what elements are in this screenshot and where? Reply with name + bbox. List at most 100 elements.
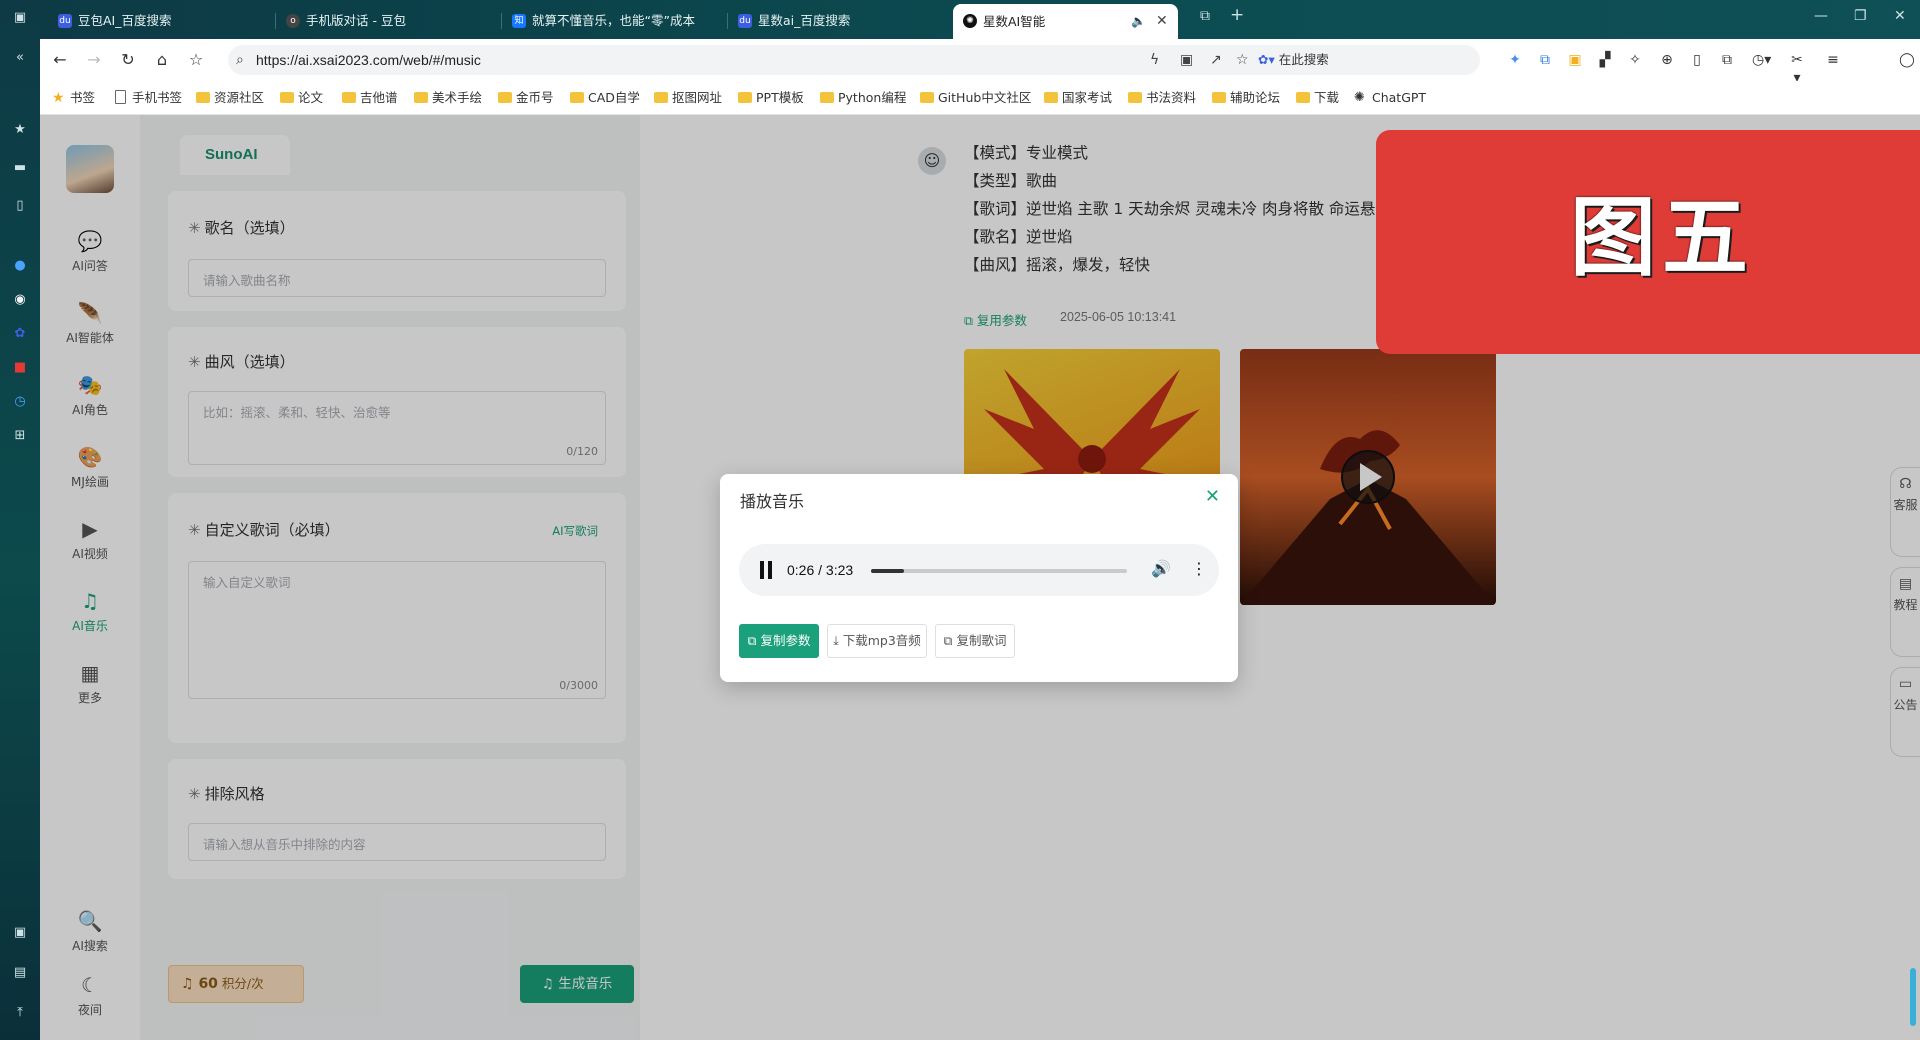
tab-2[interactable]: o 手机版对话 - 豆包 bbox=[276, 7, 502, 35]
ai-icon[interactable]: ✦ bbox=[1506, 51, 1524, 69]
bookmark-item[interactable]: PPT模板 bbox=[738, 90, 804, 106]
app-icon-2[interactable]: ◉ bbox=[12, 292, 28, 308]
window-icon[interactable]: ▣ bbox=[12, 10, 28, 26]
phone-doc-icon bbox=[115, 90, 126, 104]
menu-icon[interactable]: ≡ bbox=[1824, 51, 1842, 69]
tab-grid-icon[interactable]: ⧉ bbox=[1200, 8, 1210, 24]
history-icon[interactable]: ◷▾ bbox=[1752, 51, 1771, 69]
baidu-icon: du bbox=[738, 14, 752, 28]
speaker-icon[interactable]: 🔈 bbox=[1131, 4, 1146, 39]
bookmark-item[interactable]: CAD自学 bbox=[570, 90, 640, 106]
folder-icon bbox=[920, 92, 934, 103]
copy-params-button[interactable]: ⧉ 复制参数 bbox=[739, 624, 819, 658]
copy-icon: ⧉ bbox=[943, 633, 953, 648]
tab-bar: du 豆包AI_百度搜索 o 手机版对话 - 豆包 知 就算不懂音乐，也能“零”… bbox=[40, 0, 1920, 39]
clock-icon[interactable]: ◷ bbox=[12, 394, 28, 410]
bookmark-item[interactable]: Python编程 bbox=[820, 90, 906, 106]
more-options-icon[interactable]: ⋮ bbox=[1191, 559, 1207, 579]
xingshu-icon: ✺ bbox=[963, 14, 977, 28]
folder-icon[interactable]: ▬ bbox=[12, 160, 28, 176]
folder-icon bbox=[1296, 92, 1310, 103]
folder-icon bbox=[1128, 92, 1142, 103]
favorites-icon[interactable]: ★ bbox=[12, 122, 28, 138]
mobile-icon[interactable]: ▯ bbox=[1688, 51, 1706, 69]
share-icon[interactable]: ↗ bbox=[1210, 52, 1222, 68]
reader-icon[interactable]: ▣ bbox=[1180, 52, 1193, 68]
favorite-icon[interactable]: ☆ bbox=[1236, 52, 1249, 68]
audio-player: 0:26 / 3:23 🔊 ⋮ bbox=[739, 544, 1219, 596]
bookmark-item[interactable]: ★ 书签 bbox=[52, 90, 95, 106]
folder-icon bbox=[820, 92, 834, 103]
tab-title: 豆包AI_百度搜索 bbox=[78, 13, 172, 28]
download-icon[interactable]: ⊕ bbox=[1658, 51, 1676, 69]
bookmark-item[interactable]: ✺ ChatGPT bbox=[1354, 90, 1426, 106]
collapse-icon[interactable]: « bbox=[12, 50, 28, 66]
app-icon-3[interactable]: ✿ bbox=[12, 326, 28, 342]
folder-icon bbox=[280, 92, 294, 103]
bookmark-star-icon[interactable]: ☆ bbox=[186, 50, 206, 70]
folder-ext-icon[interactable]: ▣ bbox=[1566, 51, 1584, 69]
close-window-icon[interactable]: ✕ bbox=[1894, 8, 1906, 24]
pause-button[interactable] bbox=[759, 561, 773, 579]
bookmark-item[interactable]: 国家考试 bbox=[1044, 90, 1112, 106]
folder-icon bbox=[1044, 92, 1058, 103]
add-icon[interactable]: ⊞ bbox=[12, 428, 28, 444]
app-icon-4[interactable]: ■ bbox=[12, 360, 28, 376]
minimize-icon[interactable]: — bbox=[1814, 8, 1828, 24]
window-split-icon[interactable]: ⧉ bbox=[1718, 51, 1736, 69]
folder-icon bbox=[498, 92, 512, 103]
scissors-icon[interactable]: ✂▾ bbox=[1788, 51, 1806, 86]
dialog-title: 播放音乐 bbox=[740, 492, 805, 511]
scrollbar[interactable] bbox=[1910, 968, 1916, 1026]
back-icon[interactable]: ← bbox=[50, 50, 70, 70]
tab-1[interactable]: du 豆包AI_百度搜索 bbox=[48, 7, 276, 35]
bookmark-item[interactable]: 资源社区 bbox=[196, 90, 264, 106]
bookmark-item[interactable]: GitHub中文社区 bbox=[920, 90, 1031, 106]
bookmark-item[interactable]: 金币号 bbox=[498, 90, 554, 106]
chart-ext-icon[interactable]: ▞ bbox=[1596, 51, 1614, 69]
playback-time: 0:26 / 3:23 bbox=[787, 562, 854, 578]
bookmark-item[interactable]: 美术手绘 bbox=[414, 90, 482, 106]
folder-icon bbox=[654, 92, 668, 103]
bookmark-item[interactable]: 手机书签 bbox=[114, 90, 182, 106]
app-icon-1[interactable]: ● bbox=[12, 258, 28, 274]
media-icon[interactable]: ▣ bbox=[12, 925, 28, 941]
zhihu-icon: 知 bbox=[512, 14, 526, 28]
tab-3[interactable]: 知 就算不懂音乐，也能“零”成本 bbox=[502, 7, 728, 35]
copy-lyrics-button[interactable]: ⧉ 复制歌词 bbox=[935, 624, 1015, 658]
account-icon[interactable]: ◯ bbox=[1898, 51, 1916, 69]
restore-icon[interactable]: ❐ bbox=[1854, 8, 1867, 24]
translate-icon[interactable]: ⧉ bbox=[1536, 51, 1554, 69]
close-tab-icon[interactable]: ✕ bbox=[1156, 4, 1168, 39]
bag-icon[interactable]: ▤ bbox=[12, 965, 28, 981]
download-mp3-button[interactable]: ⤓ 下载mp3音频 bbox=[827, 624, 927, 658]
close-icon[interactable]: ✕ bbox=[1205, 486, 1220, 507]
new-tab-icon[interactable]: + bbox=[1230, 5, 1244, 25]
figure-label-overlay: 图五 bbox=[1376, 130, 1920, 354]
phone-icon[interactable]: ▯ bbox=[12, 198, 28, 214]
home-icon[interactable]: ⌂ bbox=[152, 50, 172, 70]
volume-icon[interactable]: 🔊 bbox=[1151, 559, 1171, 578]
tab-title: 手机版对话 - 豆包 bbox=[306, 13, 406, 28]
url-text[interactable]: https://ai.xsai2023.com/web/#/music bbox=[256, 45, 481, 75]
folder-icon bbox=[1212, 92, 1226, 103]
tab-title: 星数AI智能 bbox=[983, 14, 1046, 29]
doubao-icon: o bbox=[286, 14, 300, 28]
bookmark-item[interactable]: 吉他谱 bbox=[342, 90, 398, 106]
copy-icon: ⧉ bbox=[747, 633, 757, 648]
bolt-icon[interactable]: ϟ bbox=[1150, 52, 1159, 68]
tab-4[interactable]: du 星数ai_百度搜索 bbox=[728, 7, 953, 35]
extensions-icon[interactable]: ✧ bbox=[1626, 51, 1644, 69]
bookmark-item[interactable]: 下载 bbox=[1296, 90, 1339, 106]
bookmark-item[interactable]: 抠图网址 bbox=[654, 90, 722, 106]
forward-icon[interactable]: → bbox=[84, 50, 104, 70]
pin-icon[interactable]: ⤒ bbox=[12, 1005, 28, 1021]
url-bar[interactable]: ⌕ https://ai.xsai2023.com/web/#/music ϟ … bbox=[228, 45, 1480, 75]
bookmark-item[interactable]: 论文 bbox=[280, 90, 323, 106]
progress-slider[interactable] bbox=[871, 569, 1127, 573]
search-engine[interactable]: ✿▾ 在此搜索 bbox=[1258, 45, 1329, 75]
bookmark-item[interactable]: 书法资料 bbox=[1128, 90, 1196, 106]
bookmark-item[interactable]: 辅助论坛 bbox=[1212, 90, 1280, 106]
tab-5-active[interactable]: ✺ 星数AI智能 🔈 ✕ bbox=[953, 4, 1178, 39]
reload-icon[interactable]: ↻ bbox=[118, 50, 138, 70]
